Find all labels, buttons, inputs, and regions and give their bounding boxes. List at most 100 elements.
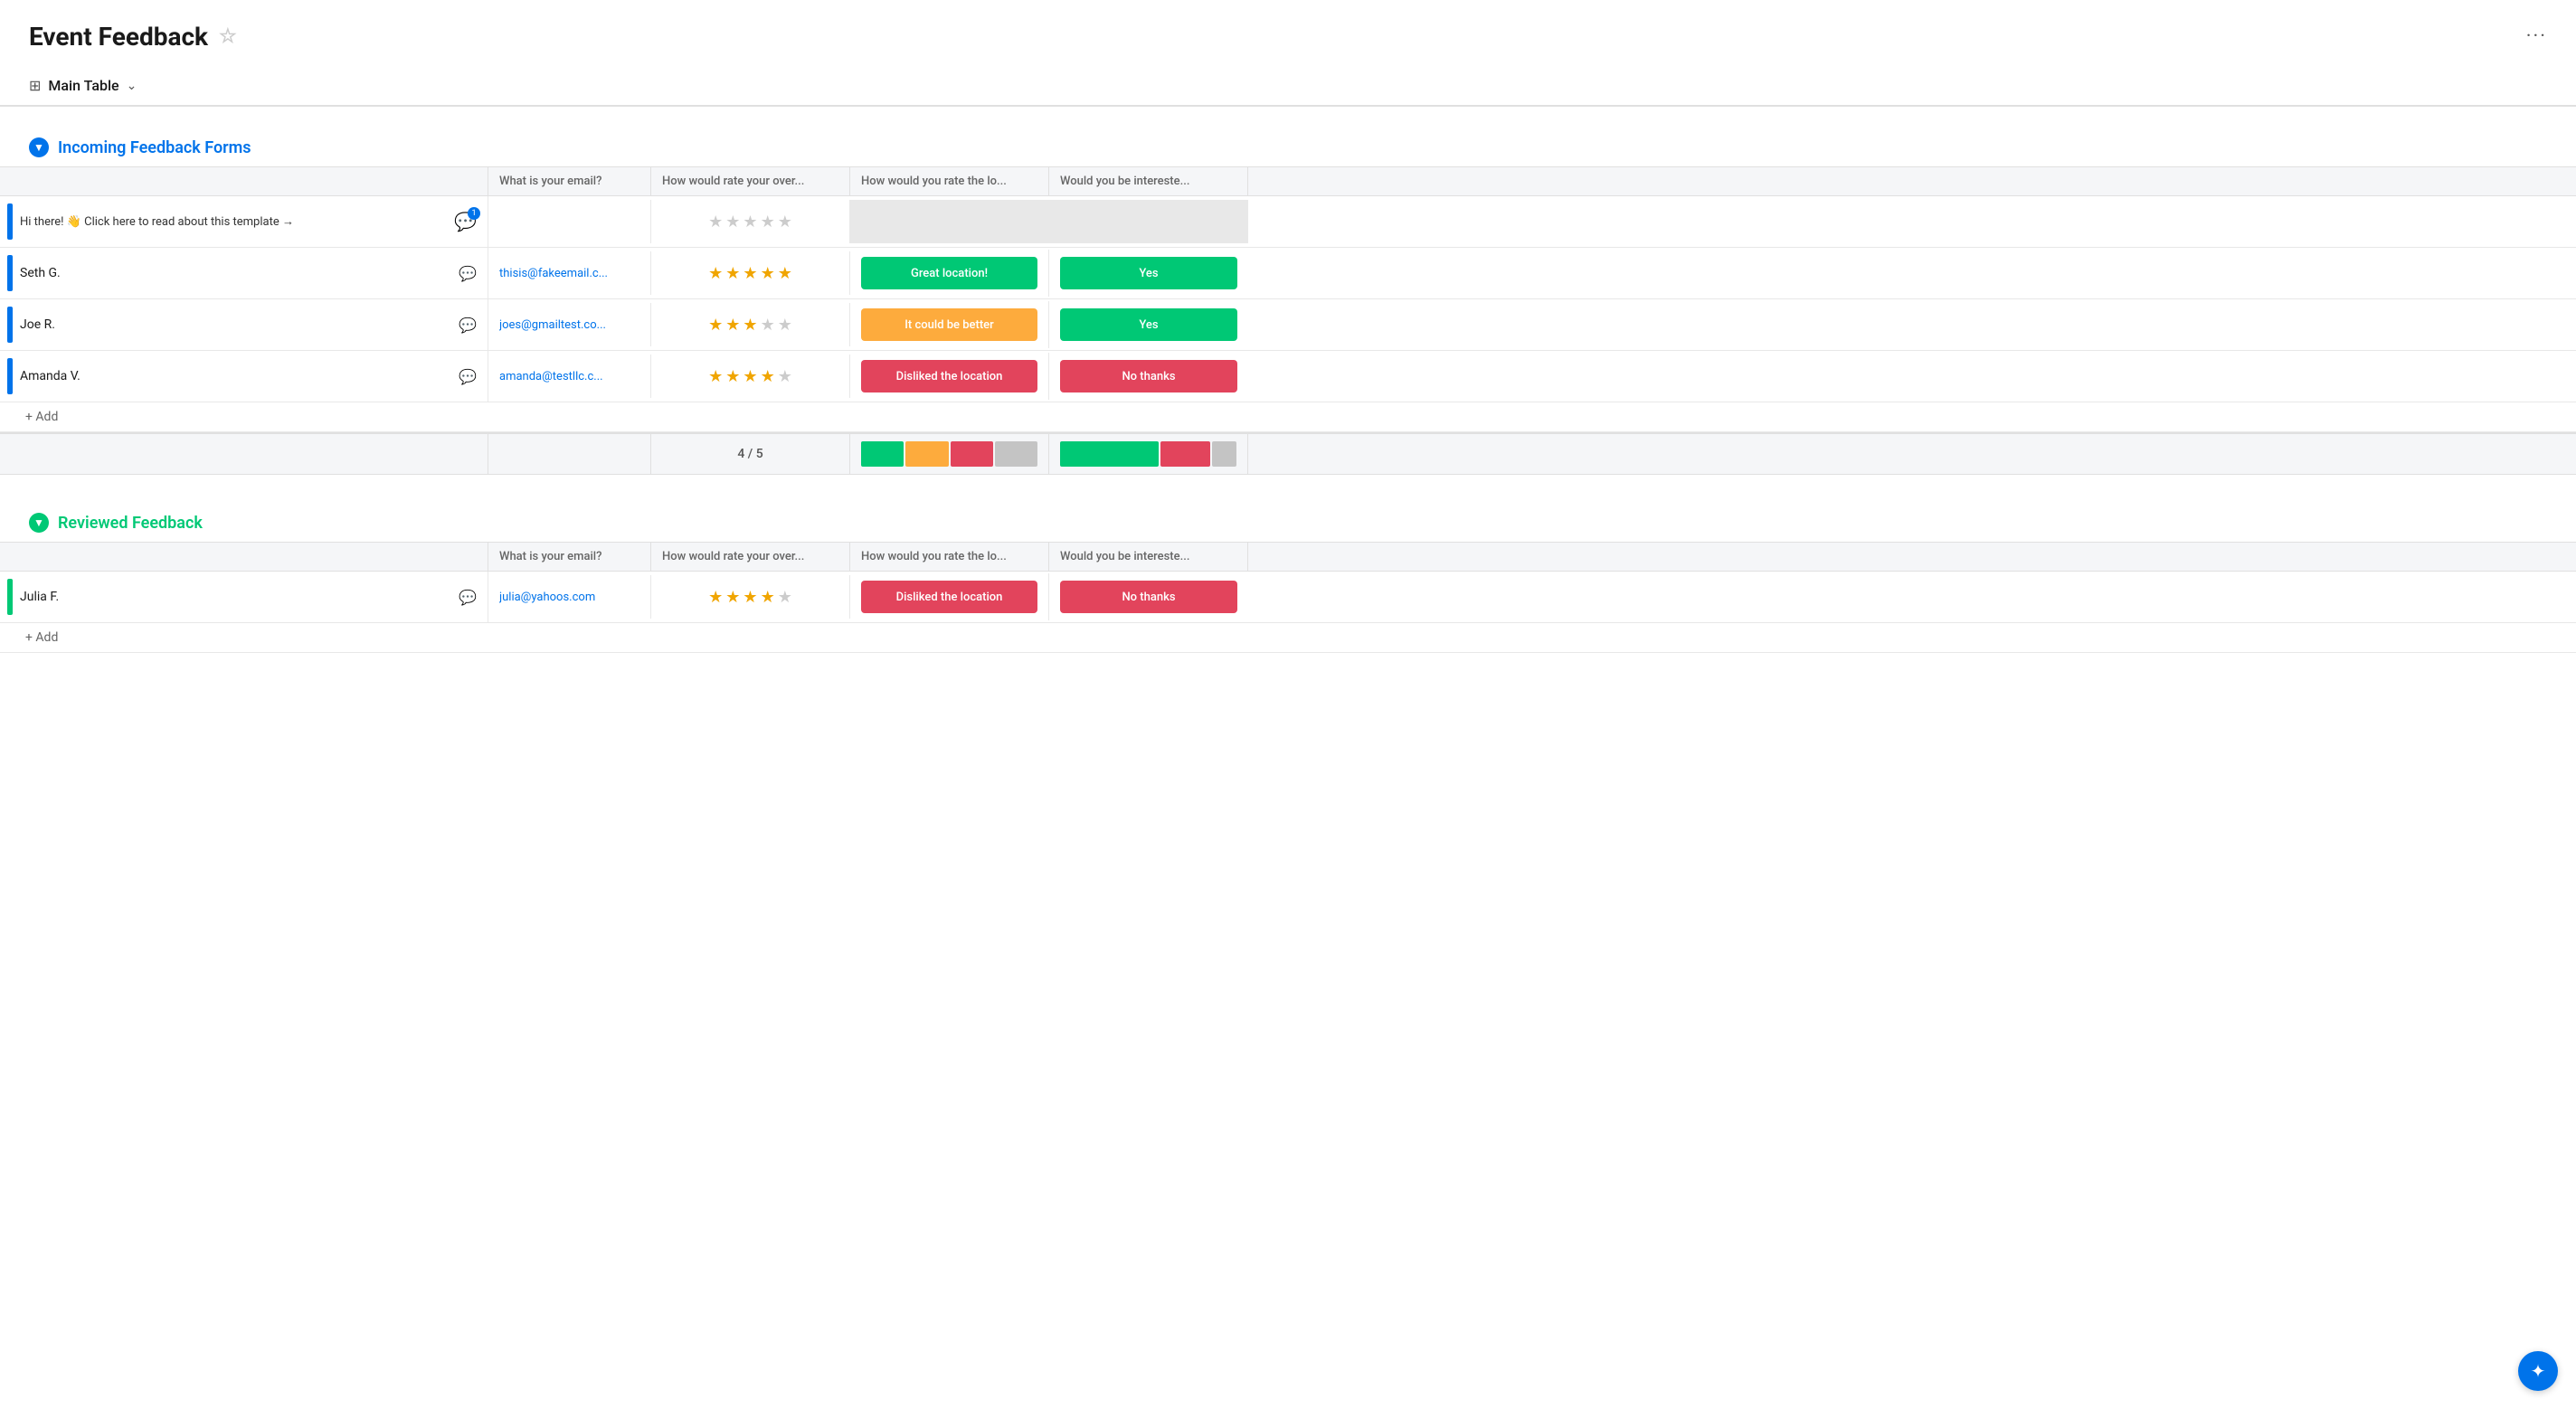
- add-row-incoming[interactable]: + Add: [0, 402, 2576, 432]
- star-4: ★: [761, 264, 775, 283]
- cell-stars-amanda: ★ ★ ★ ★ ★: [651, 355, 850, 398]
- email-julia[interactable]: julia@yahoos.com: [499, 591, 595, 604]
- star-4: ★: [761, 588, 775, 607]
- row-name-template[interactable]: Hi there! 👋 Click here to read about thi…: [20, 214, 447, 229]
- comment-icon-julia[interactable]: 💬: [459, 589, 477, 606]
- chat-badge-num: 1: [468, 207, 480, 220]
- star-3: ★: [743, 588, 757, 607]
- summary-row-incoming: 4 / 5: [0, 432, 2576, 475]
- cell-email-amanda: amanda@testllc.c...: [488, 355, 651, 398]
- status-badge-location-amanda: Disliked the location: [861, 360, 1037, 392]
- status-badge-location-seth: Great location!: [861, 257, 1037, 289]
- col-headers-incoming: What is your email? How would rate your …: [0, 166, 2576, 196]
- col-header-interested: Would you be intereste...: [1049, 167, 1248, 195]
- page-title-container: Event Feedback ☆: [29, 22, 237, 52]
- table-view-icon: ⊞: [29, 77, 41, 94]
- comment-icon-joe[interactable]: 💬: [459, 317, 477, 334]
- email-amanda[interactable]: amanda@testllc.c...: [499, 370, 603, 383]
- add-row-reviewed[interactable]: + Add: [0, 623, 2576, 653]
- row-name-seth[interactable]: Seth G.: [20, 266, 451, 280]
- summary-cell-location: [850, 434, 1049, 474]
- cell-stars-joe: ★ ★ ★ ★ ★: [651, 303, 850, 346]
- chat-badge-icon[interactable]: 💬 1: [454, 211, 477, 232]
- more-menu-icon[interactable]: ···: [2526, 25, 2547, 48]
- status-badge-interested-amanda: No thanks: [1060, 360, 1237, 392]
- view-dropdown-chevron[interactable]: ⌄: [127, 79, 137, 93]
- row-color-bar: [7, 307, 13, 343]
- group-title-reviewed: Reviewed Feedback: [58, 514, 203, 533]
- star-2: ★: [725, 367, 740, 386]
- col-header-name: [0, 167, 488, 195]
- star-1: ★: [708, 367, 723, 386]
- main-content: ▼ Incoming Feedback Forms What is your e…: [0, 107, 2576, 682]
- row-color-bar: [7, 203, 13, 240]
- col-header-interested-r: Would you be intereste...: [1049, 543, 1248, 571]
- col-header-email-r: What is your email?: [488, 543, 651, 571]
- fab-icon: ✦: [2531, 1360, 2546, 1382]
- comment-icon-amanda[interactable]: 💬: [459, 368, 477, 385]
- cell-email-template: [488, 200, 651, 243]
- stars-seth: ★ ★ ★ ★ ★: [662, 264, 838, 283]
- view-label: Main Table: [48, 77, 118, 94]
- toolbar: ⊞ Main Table ⌄: [0, 66, 2576, 106]
- status-badge-location-joe: It could be better: [861, 308, 1037, 341]
- comment-icon-seth[interactable]: 💬: [459, 265, 477, 282]
- status-badge-interested-julia: No thanks: [1060, 581, 1237, 613]
- email-seth[interactable]: thisis@fakeemail.c...: [499, 267, 608, 280]
- table-row: Amanda V. 💬 amanda@testllc.c... ★ ★ ★ ★ …: [0, 351, 2576, 402]
- summary-bar-gray: [1212, 441, 1236, 467]
- row-name-cell-amanda: Amanda V. 💬: [0, 351, 488, 402]
- cell-location-seth: Great location!: [850, 250, 1049, 297]
- star-4: ★: [761, 213, 775, 232]
- cell-interested-julia: No thanks: [1049, 573, 1248, 620]
- summary-bar-red: [951, 441, 993, 467]
- cell-email-seth: thisis@fakeemail.c...: [488, 251, 651, 295]
- star-5: ★: [778, 213, 792, 232]
- table-row: Hi there! 👋 Click here to read about thi…: [0, 196, 2576, 248]
- table-row: Julia F. 💬 julia@yahoos.com ★ ★ ★ ★ ★: [0, 572, 2576, 623]
- summary-bar-green: [861, 441, 904, 467]
- cell-email-joe: joes@gmailtest.co...: [488, 303, 651, 346]
- row-name-cell-seth: Seth G. 💬: [0, 248, 488, 298]
- table-incoming: What is your email? How would rate your …: [0, 166, 2576, 475]
- summary-fraction: 4 / 5: [737, 447, 762, 461]
- star-1: ★: [708, 213, 723, 232]
- stars-joe: ★ ★ ★ ★ ★: [662, 316, 838, 335]
- cell-interested-seth: Yes: [1049, 250, 1248, 297]
- summary-cell-interested: [1049, 434, 1248, 474]
- cell-interested-amanda: No thanks: [1049, 353, 1248, 400]
- status-badge-interested-joe: Yes: [1060, 308, 1237, 341]
- cell-location-julia: Disliked the location: [850, 573, 1049, 620]
- col-header-email: What is your email?: [488, 167, 651, 195]
- table-row: Joe R. 💬 joes@gmailtest.co... ★ ★ ★ ★ ★: [0, 299, 2576, 351]
- group-title-incoming: Incoming Feedback Forms: [58, 138, 251, 157]
- group-toggle-reviewed[interactable]: ▼: [29, 513, 49, 533]
- row-name-cell-julia: Julia F. 💬: [0, 572, 488, 622]
- star-2: ★: [725, 316, 740, 335]
- star-5: ★: [778, 316, 792, 335]
- favorite-star-icon[interactable]: ☆: [219, 25, 237, 48]
- star-1: ★: [708, 316, 723, 335]
- summary-cell-overall: 4 / 5: [651, 434, 850, 474]
- summary-bar-gray: [995, 441, 1037, 467]
- add-row-label-reviewed: + Add: [25, 630, 58, 645]
- email-joe[interactable]: joes@gmailtest.co...: [499, 318, 606, 332]
- row-name-amanda[interactable]: Amanda V.: [20, 369, 451, 383]
- star-1: ★: [708, 264, 723, 283]
- stars-amanda: ★ ★ ★ ★ ★: [662, 367, 838, 386]
- row-name-joe[interactable]: Joe R.: [20, 317, 451, 332]
- col-header-location-r: How would you rate the lo...: [850, 543, 1049, 571]
- group-toggle-incoming[interactable]: ▼: [29, 137, 49, 157]
- status-badge-location-julia: Disliked the location: [861, 581, 1037, 613]
- group-reviewed: ▼ Reviewed Feedback What is your email? …: [0, 504, 2576, 653]
- col-header-location: How would you rate the lo...: [850, 167, 1049, 195]
- cell-interested-joe: Yes: [1049, 301, 1248, 348]
- star-2: ★: [725, 213, 740, 232]
- group-header-reviewed: ▼ Reviewed Feedback: [0, 504, 2576, 542]
- star-2: ★: [725, 588, 740, 607]
- cell-stars-template: ★ ★ ★ ★ ★: [651, 200, 850, 243]
- fab-button[interactable]: ✦: [2518, 1351, 2558, 1391]
- row-name-julia[interactable]: Julia F.: [20, 590, 451, 604]
- star-5: ★: [778, 367, 792, 386]
- summary-cell-email: [488, 434, 651, 474]
